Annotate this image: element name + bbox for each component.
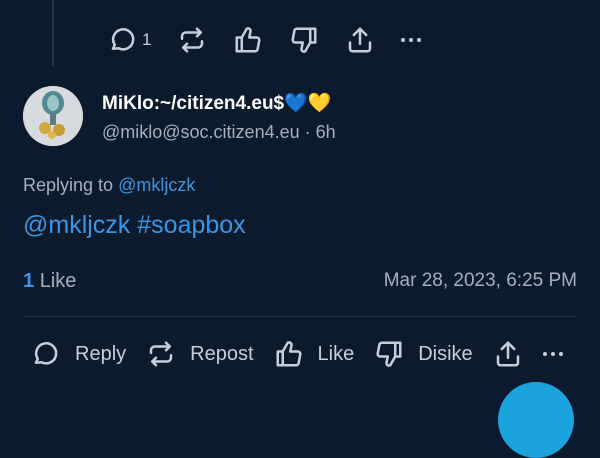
post-action-bar: Reply Repost Like Disike <box>31 336 583 372</box>
likes-label: Like <box>39 270 77 292</box>
author-handle[interactable]: @miklo@soc.citizen4.eu <box>102 122 300 142</box>
likes-summary[interactable]: 1 Like <box>23 270 76 293</box>
like-button[interactable] <box>233 25 263 55</box>
reply-button[interactable]: Reply <box>31 339 126 369</box>
post-age[interactable]: 6h <box>316 122 336 142</box>
replying-to-line: Replying to @mkljczk <box>23 175 195 196</box>
display-name[interactable]: MiKlo:~/citizen4.eu$💙💛 <box>102 91 331 115</box>
share-upload-icon <box>496 341 519 367</box>
like-button[interactable]: Like <box>274 339 355 369</box>
share-upload-icon <box>349 27 372 53</box>
thread-connector-line <box>52 0 54 66</box>
compose-fab-button[interactable] <box>498 382 574 458</box>
avatar[interactable] <box>23 86 83 146</box>
dot-icon <box>409 38 414 42</box>
repost-label: Repost <box>190 342 254 365</box>
dot-icon <box>417 38 422 42</box>
like-label: Like <box>317 342 355 365</box>
replying-to-mention-link[interactable]: @mkljczk <box>118 175 195 195</box>
more-options-button[interactable] <box>542 352 563 356</box>
speech-bubble-icon <box>111 28 135 51</box>
reply-label: Reply <box>75 342 127 365</box>
avatar-image <box>23 86 83 146</box>
thumbs-down-icon <box>291 27 317 53</box>
previous-post-actions: 1 <box>108 22 447 58</box>
dot-icon <box>401 38 406 42</box>
meta-separator: · <box>299 122 316 142</box>
share-button[interactable] <box>345 25 375 55</box>
dot-icon <box>558 352 563 356</box>
share-button[interactable] <box>493 339 523 369</box>
dot-icon <box>542 352 547 356</box>
repost-icon <box>181 27 204 53</box>
dislike-button[interactable]: Disike <box>374 339 473 369</box>
repost-button[interactable] <box>177 25 207 55</box>
thumbs-up-icon <box>235 27 261 53</box>
likes-count: 1 <box>23 270 35 292</box>
reply-count: 1 <box>142 30 152 49</box>
thumbs-up-icon <box>276 341 302 367</box>
speech-bubble-icon <box>34 342 58 365</box>
repost-icon <box>149 341 173 367</box>
more-options-button[interactable] <box>401 38 422 42</box>
post-content: @mkljczk #soapbox <box>23 211 246 239</box>
author-handle-line: @miklo@soc.citizen4.eu · 6h <box>102 122 336 143</box>
dislike-button[interactable] <box>289 25 319 55</box>
thumbs-down-icon <box>376 341 402 367</box>
reply-button[interactable]: 1 <box>108 25 151 55</box>
dot-icon <box>550 352 555 356</box>
dislike-label: Disike <box>418 342 473 365</box>
replying-prefix: Replying to <box>23 175 119 195</box>
repost-button[interactable]: Repost <box>146 339 254 369</box>
divider <box>23 316 577 317</box>
post-timestamp[interactable]: Mar 28, 2023, 6:25 PM <box>384 270 577 292</box>
